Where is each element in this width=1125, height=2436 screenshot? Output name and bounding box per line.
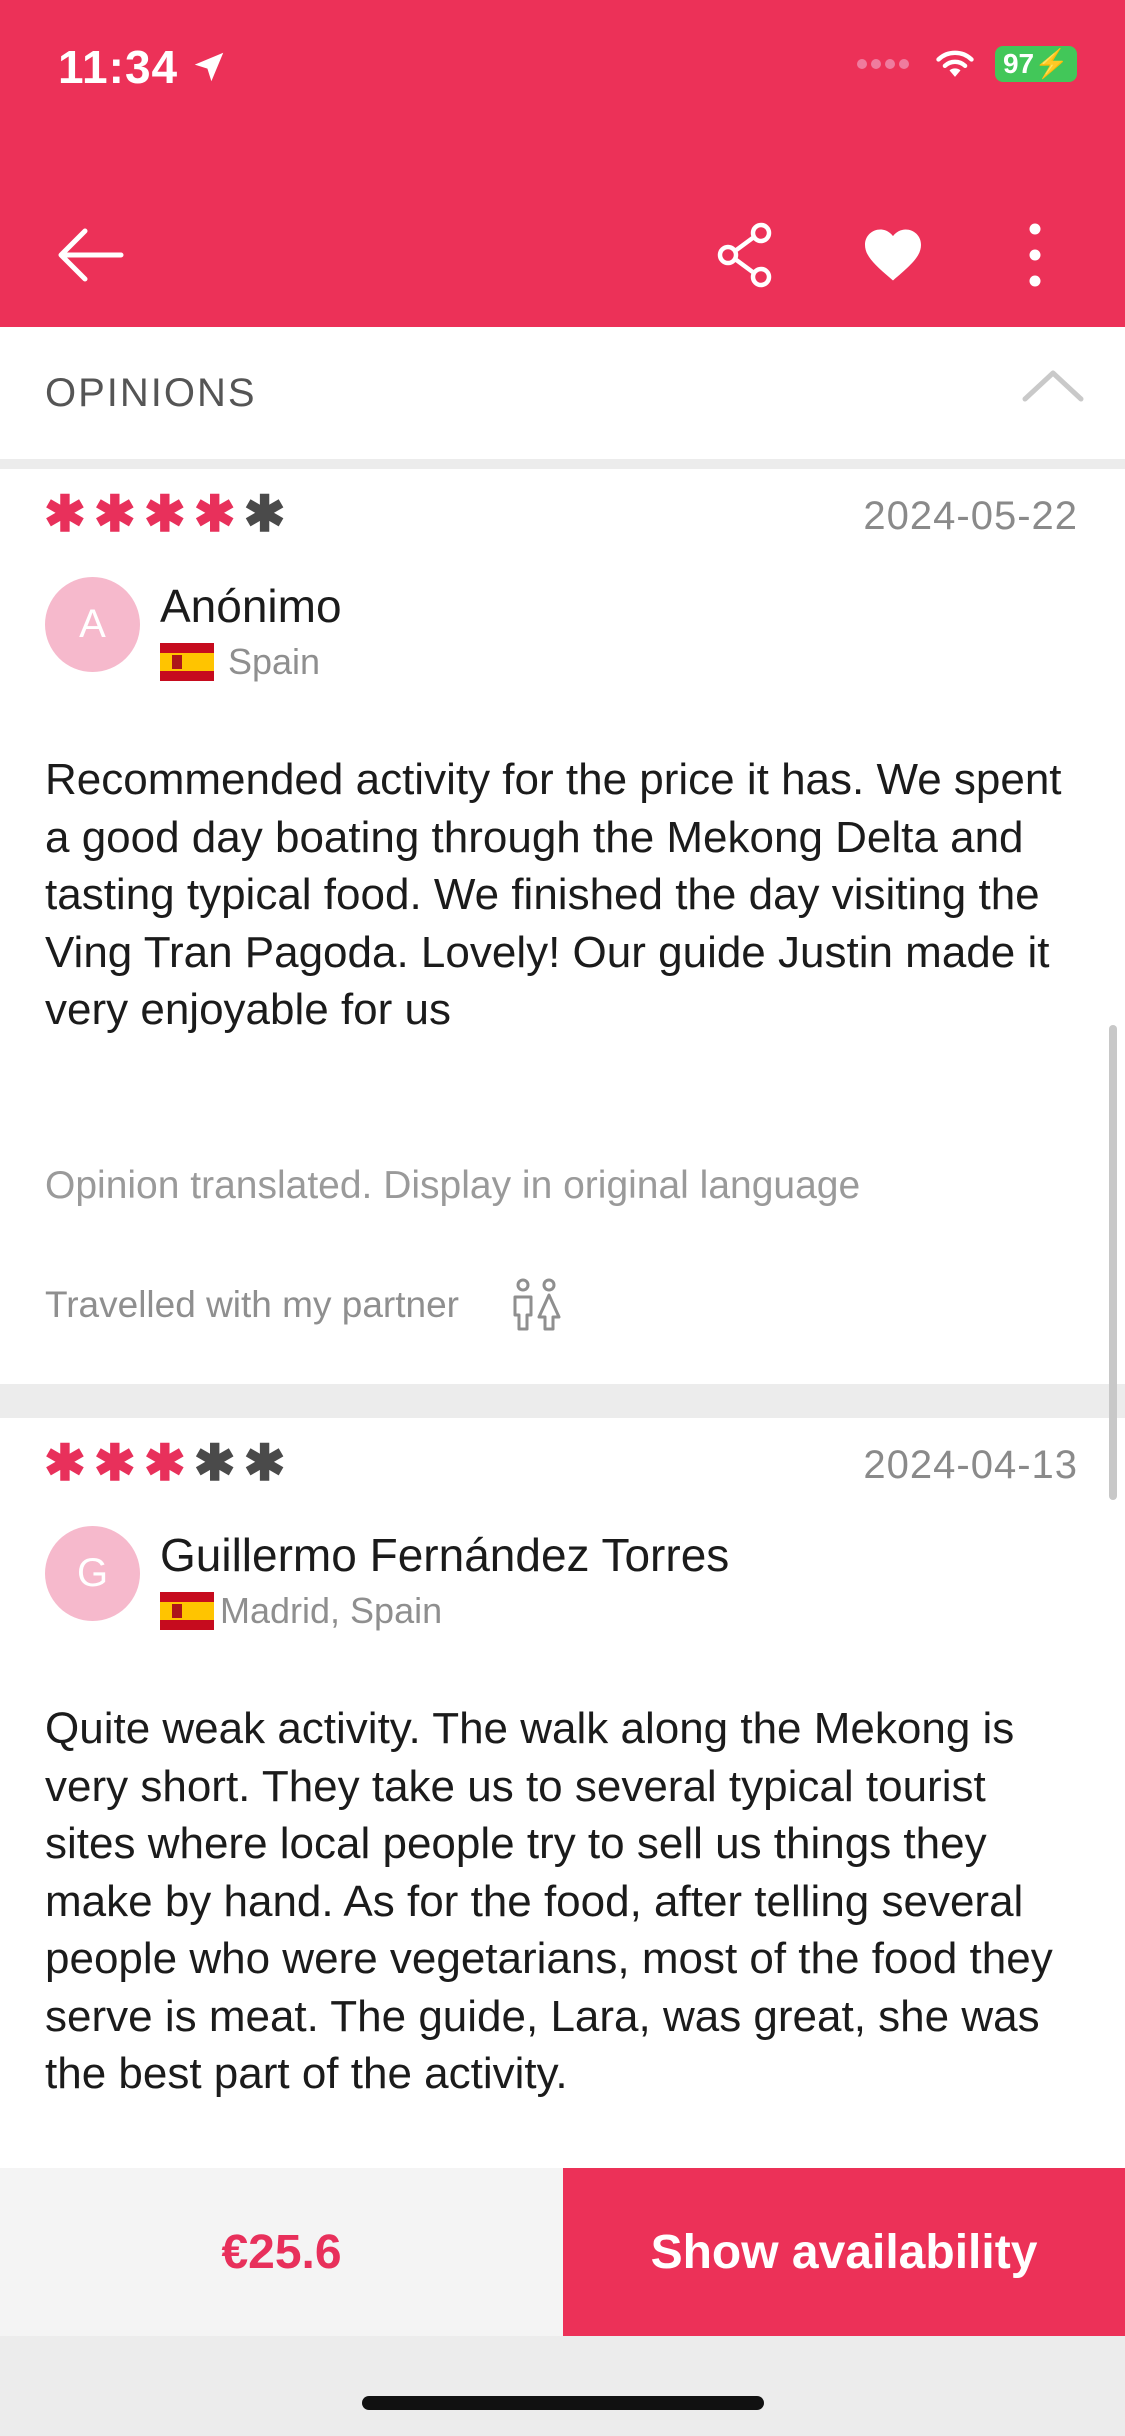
share-button[interactable]: [705, 215, 785, 295]
rating-stars: ✱ ✱ ✱ ✱ ✱: [44, 489, 286, 539]
scrollbar[interactable]: [1109, 1025, 1117, 1500]
back-arrow-icon: [58, 228, 124, 282]
travel-companion-text: Travelled with my partner: [45, 1284, 459, 1325]
star-icon: ✱: [193, 486, 236, 542]
avatar: A: [45, 577, 140, 672]
heart-icon: [864, 229, 921, 281]
show-availability-button[interactable]: Show availability: [563, 2168, 1125, 2336]
wifi-icon: [936, 50, 974, 77]
review-date: 2024-05-22: [863, 494, 1078, 538]
back-button[interactable]: [50, 215, 130, 295]
battery-level: 97: [1002, 48, 1035, 79]
more-vertical-icon: [1029, 223, 1041, 287]
star-icon: ✱: [143, 486, 186, 542]
review-divider: [0, 1384, 1125, 1418]
cellular-signal-icon: [856, 56, 915, 72]
star-icon: ✱: [44, 1435, 86, 1491]
location-arrow-icon: [194, 52, 224, 82]
display-original-link[interactable]: Opinion translated. Display in original …: [45, 1164, 860, 1208]
star-icon: ✱: [143, 1435, 186, 1491]
star-icon: ✱: [243, 486, 286, 542]
couple-icon: [513, 1278, 561, 1331]
chevron-up-icon[interactable]: [1021, 367, 1085, 403]
review-date: 2024-04-13: [863, 1443, 1078, 1487]
location-text: Spain: [228, 641, 321, 682]
section-title: OPINIONS: [45, 371, 257, 415]
travel-companion: Travelled with my partner: [45, 1277, 563, 1333]
star-icon: ✱: [44, 486, 86, 542]
reviewer-location: Madrid, Spain: [160, 1590, 442, 1632]
share-icon: [717, 222, 772, 288]
spain-flag-icon: [160, 643, 214, 681]
home-indicator-area: [0, 2336, 1125, 2436]
status-right: 97⚡: [856, 46, 1077, 82]
rating-stars: ✱ ✱ ✱ ✱ ✱: [44, 1438, 286, 1488]
more-options-button[interactable]: [1000, 215, 1070, 295]
reviewer-location: Spain: [160, 641, 320, 683]
spain-flag-icon: [160, 1592, 214, 1630]
battery-indicator: 97⚡: [994, 46, 1077, 82]
review-text: Quite weak activity. The walk along the …: [45, 1704, 1053, 2098]
app-header: 11:34 97⚡: [0, 0, 1125, 327]
reviewer-name: Guillermo Fernández Torres: [160, 1529, 730, 1581]
star-icon: ✱: [93, 486, 136, 542]
home-indicator[interactable]: [362, 2396, 764, 2410]
status-time: 11:34: [58, 40, 228, 94]
location-text: Madrid, Spain: [220, 1590, 443, 1631]
favorite-button[interactable]: [850, 215, 935, 295]
opinions-section-header[interactable]: OPINIONS: [0, 327, 1125, 469]
review-card: ✱ ✱ ✱ ✱ ✱ 2024-04-13 G Guillermo Fernánd…: [0, 1418, 1125, 2168]
review-card: ✱ ✱ ✱ ✱ ✱ 2024-05-22 A Anónimo Spain Rec…: [0, 469, 1125, 1384]
avatar: G: [45, 1526, 140, 1621]
star-icon: ✱: [243, 1435, 286, 1491]
status-time-text: 11:34: [58, 41, 179, 93]
price-box: €25.6: [0, 2168, 563, 2336]
booking-footer: €25.6 Show availability: [0, 2168, 1125, 2336]
star-icon: ✱: [193, 1435, 236, 1491]
review-text: Recommended activity for the price it ha…: [45, 755, 1062, 1034]
star-icon: ✱: [93, 1435, 136, 1491]
price: €25.6: [221, 2225, 342, 2279]
reviewer-name: Anónimo: [160, 580, 342, 632]
